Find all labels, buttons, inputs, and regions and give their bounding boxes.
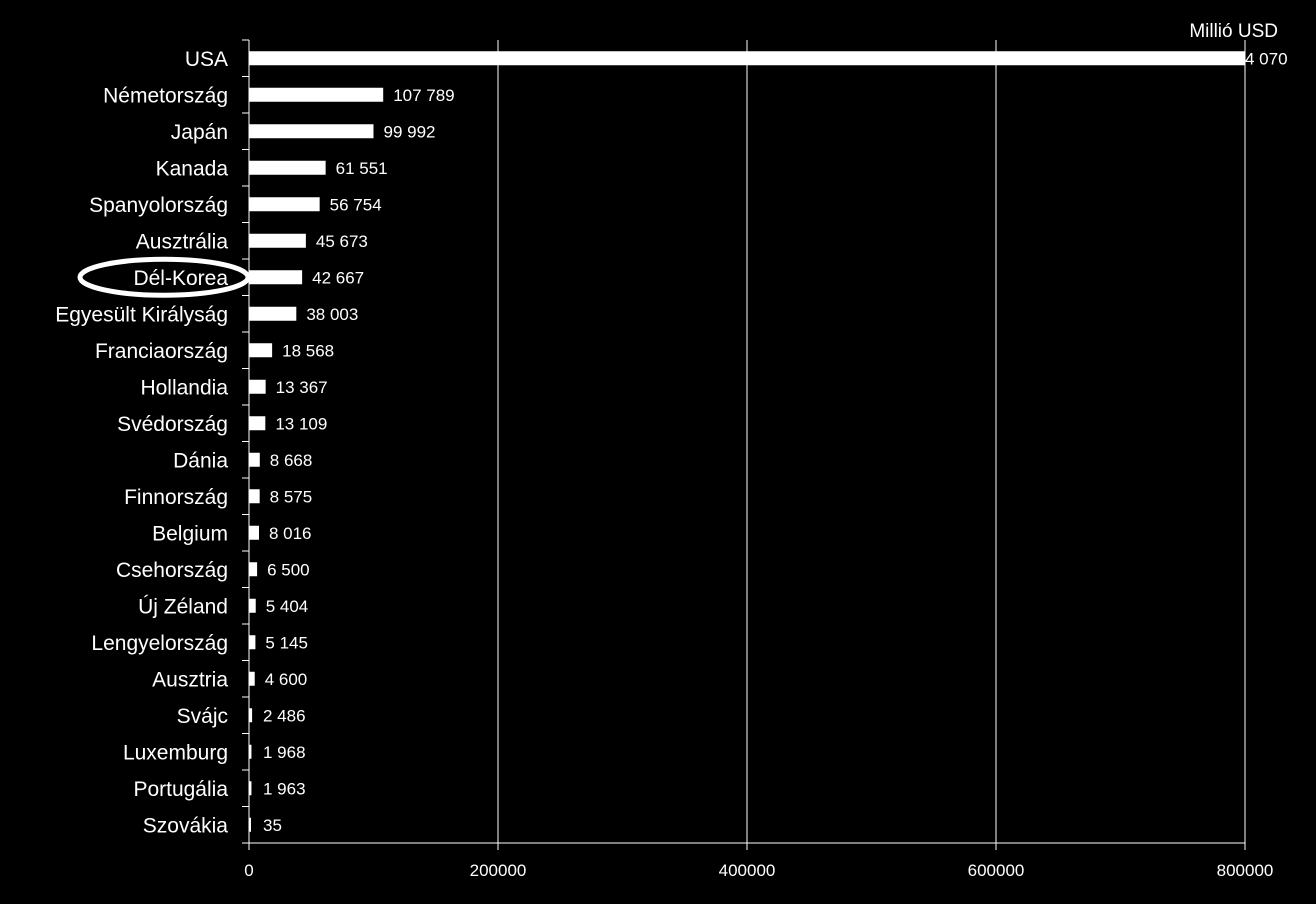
bar [249, 489, 260, 504]
category-label: Dél-Korea [133, 267, 228, 290]
value-label: 18 568 [282, 341, 334, 360]
value-label: 8 016 [269, 524, 312, 543]
axes: 0 200000 400000 600000 800000 [242, 39, 1274, 880]
bar [249, 416, 266, 431]
category-label: Ausztrália [136, 230, 229, 253]
category-label: Finnország [124, 486, 228, 509]
value-label: 99 992 [383, 122, 435, 141]
bar [249, 160, 326, 175]
bar [249, 343, 273, 358]
value-label: 107 789 [393, 86, 454, 105]
bar [249, 708, 253, 723]
bar [249, 781, 252, 796]
value-label: 1 963 [263, 779, 306, 798]
bar [249, 51, 1245, 66]
value-label: 5 404 [266, 597, 309, 616]
bar [249, 379, 266, 394]
category-label: Svédország [117, 413, 228, 436]
value-label: 8 575 [270, 487, 313, 506]
bar [249, 562, 258, 577]
value-label: 13 367 [276, 378, 328, 397]
bar [249, 744, 252, 759]
bar [249, 817, 251, 832]
value-label: 13 109 [275, 414, 327, 433]
bar [249, 270, 303, 285]
category-label: Japán [171, 121, 228, 144]
category-label: Csehország [116, 559, 228, 582]
category-label: Ausztria [152, 668, 228, 691]
category-label: USA [185, 48, 228, 71]
bar [249, 635, 256, 650]
x-tick-label: 800000 [1217, 861, 1274, 880]
bar [249, 671, 255, 686]
value-label: 2 486 [263, 706, 306, 725]
value-label: 45 673 [316, 232, 368, 251]
bar [249, 598, 256, 613]
value-label: 5 145 [265, 633, 308, 652]
value-label: 4 600 [265, 670, 308, 689]
category-label: Portugália [133, 778, 228, 801]
value-label: 56 754 [330, 195, 382, 214]
bar [249, 233, 306, 248]
value-label: 42 667 [312, 268, 364, 287]
bar [249, 197, 320, 212]
category-label: Hollandia [140, 376, 228, 399]
bar [249, 452, 260, 467]
value-label: 1 968 [263, 743, 306, 762]
unit-label: Millió USD [1189, 21, 1278, 42]
category-label: Luxemburg [123, 741, 228, 764]
category-label: Új Zéland [138, 595, 228, 618]
category-label: Spanyolország [89, 194, 228, 217]
value-label: 8 668 [270, 451, 313, 470]
bar [249, 87, 384, 102]
category-label: Lengyelország [91, 632, 228, 655]
category-label: Egyesült Királyság [55, 303, 228, 326]
x-tick-label: 600000 [968, 861, 1025, 880]
category-label: Németország [103, 84, 228, 107]
value-label: 61 551 [336, 159, 388, 178]
labels: USA 4 070 Németország 107 789 Japán 99 992 Kan… [55, 48, 1287, 838]
gridlines [497, 40, 1246, 843]
x-tick-label: 200000 [470, 861, 527, 880]
bar-chart: 0 200000 400000 600000 800000 USA 4 070 Németo… [55, 21, 1287, 880]
category-label: Szovákia [143, 814, 229, 837]
category-label: Belgium [152, 522, 228, 545]
value-label: 38 003 [306, 305, 358, 324]
value-label: 4 070 [1245, 49, 1288, 68]
bar [249, 525, 259, 540]
value-label: 35 [263, 816, 282, 835]
x-tick-label: 0 [244, 861, 253, 880]
category-label: Dánia [173, 449, 228, 472]
category-label: Kanada [156, 157, 229, 180]
bar [249, 124, 374, 139]
x-tick-label: 400000 [719, 861, 776, 880]
category-label: Franciaország [95, 340, 228, 363]
value-label: 6 500 [267, 560, 310, 579]
bar [249, 306, 297, 321]
category-label: Svájc [177, 705, 228, 728]
